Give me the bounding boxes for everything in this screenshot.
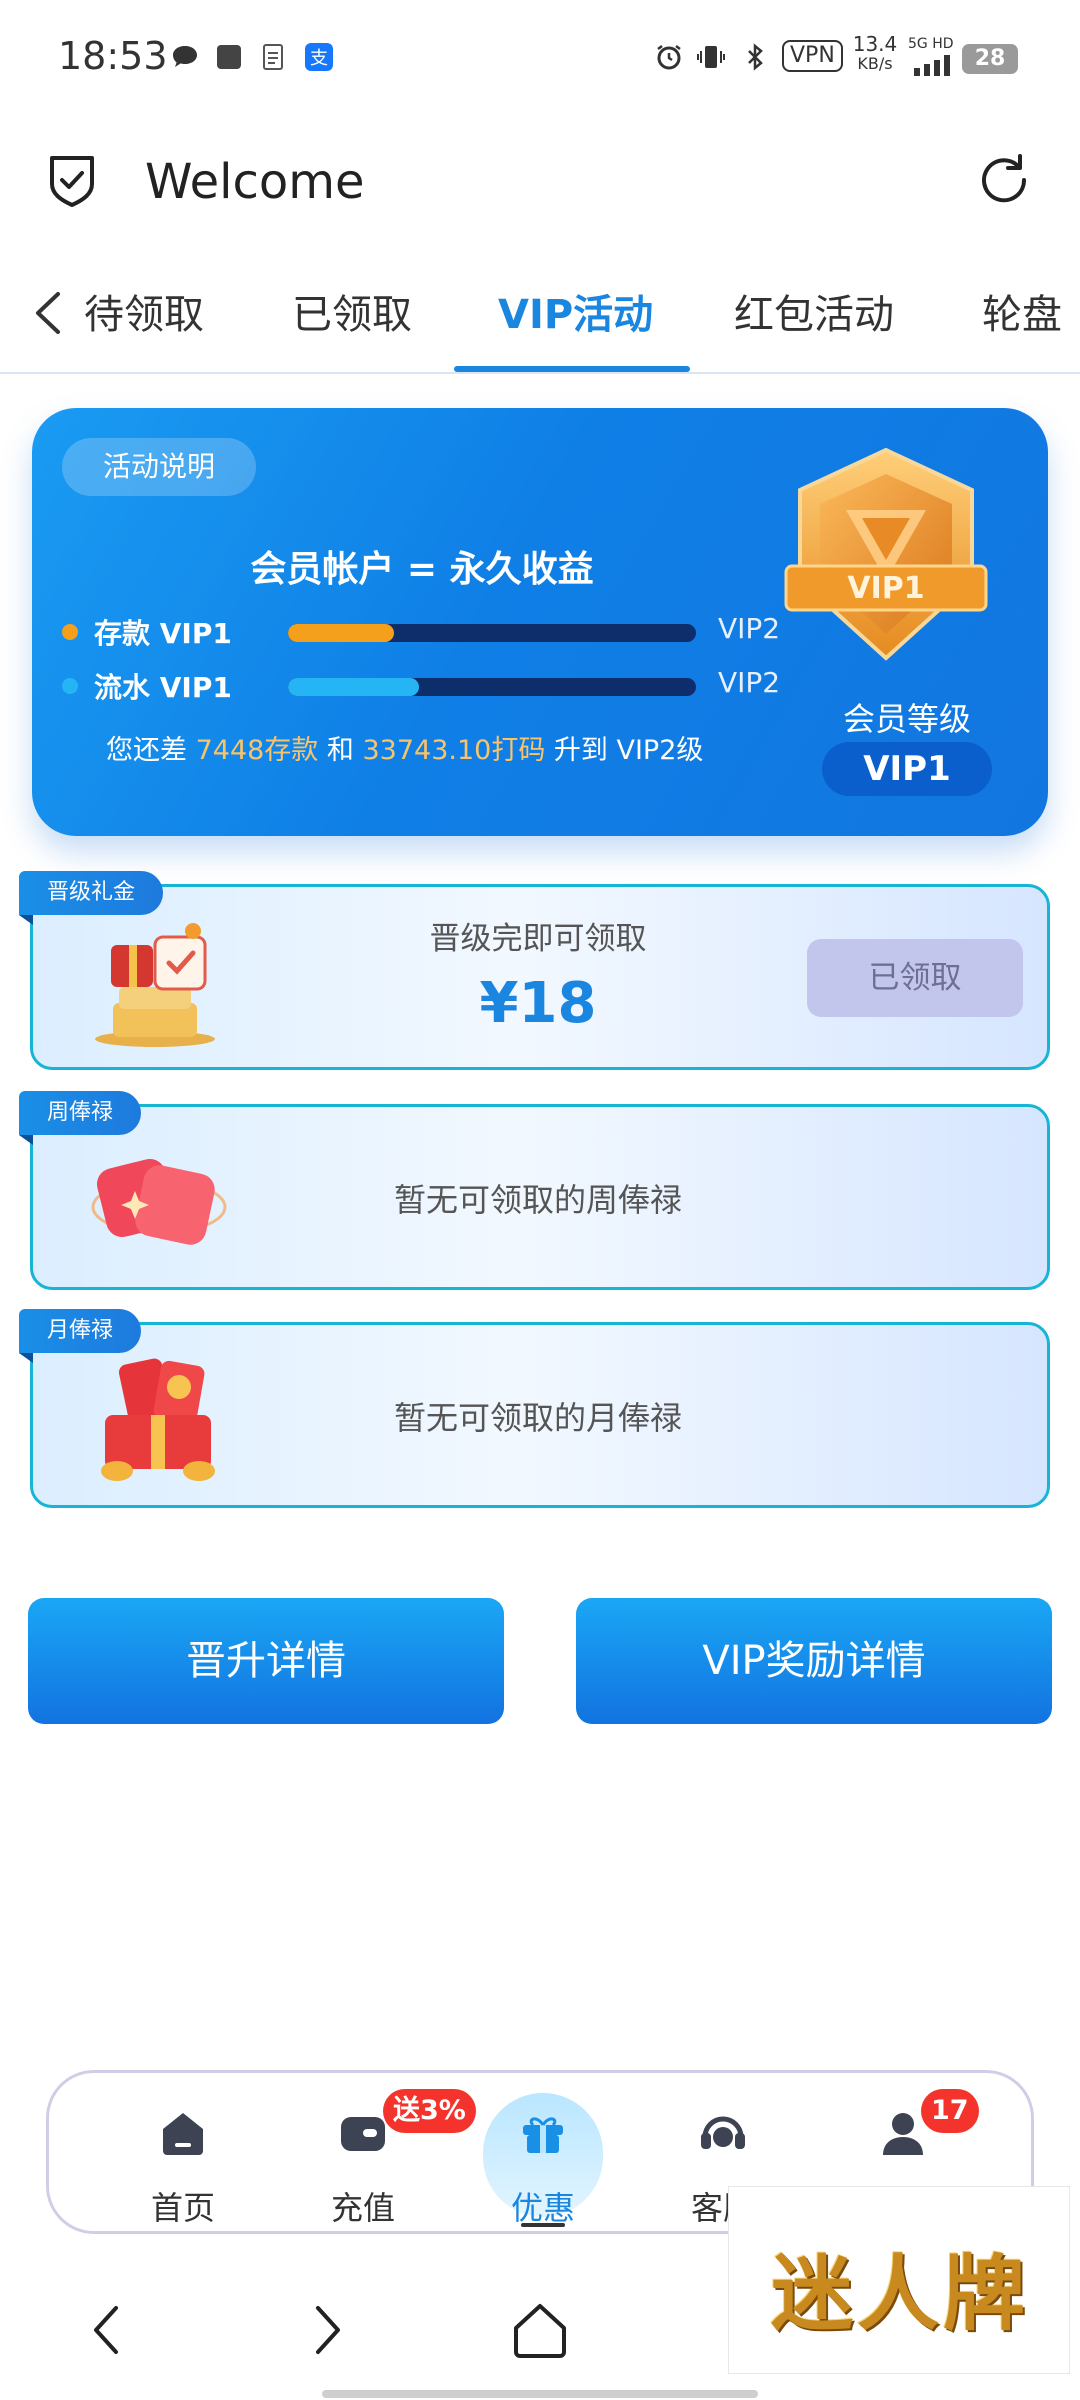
headset-icon [701, 2116, 745, 2149]
activity-info-button[interactable]: 活动说明 [62, 438, 256, 496]
monthly-salary-empty: 暂无可领取的月俸禄 [393, 1399, 682, 1437]
deposit-progress-track [288, 624, 696, 642]
system-back-icon[interactable] [78, 2298, 138, 2362]
svg-text:支: 支 [310, 48, 328, 69]
status-bar: 18:53 支 VPN 13.4 KB/s 5G HD 28 [0, 0, 1080, 115]
app-square-icon [217, 45, 241, 69]
promotion-bonus-subtitle: 晋级完即可领取 [429, 921, 647, 957]
bet-progress-fill [288, 678, 419, 696]
note-deposit: 7448存款 [195, 735, 319, 766]
net-speed-value: 13.4 [852, 32, 898, 56]
vip-status-card: 活动说明 会员帐户 = 永久收益 存款 VIP1 VIP2 流水 VIP1 VI… [32, 408, 1048, 836]
bet-dot [62, 678, 78, 694]
shield-check-icon[interactable] [42, 150, 102, 210]
card-headline: 会员帐户 = 永久收益 [250, 549, 594, 590]
nav-recharge-label: 充值 [330, 2189, 395, 2227]
monthly-salary-card: 月俸禄 暂无可领取的月俸禄 [19, 1309, 1050, 1508]
tab-red-packet[interactable]: 红包活动 [734, 282, 894, 340]
page-title: Welcome [145, 154, 365, 210]
system-forward-icon[interactable] [296, 2298, 356, 2362]
tab-pending[interactable]: 待领取 [84, 282, 204, 340]
active-tab-indicator [454, 366, 690, 372]
watermark-text: 迷人牌 [770, 2246, 1029, 2342]
status-time: 18:53 [58, 34, 168, 78]
claimed-button[interactable]: 已领取 [807, 939, 1023, 1017]
nav-home-label: 首页 [150, 2189, 215, 2227]
bet-progress-track [288, 678, 696, 696]
bet-target: VIP2 [718, 666, 781, 699]
nav-promotions[interactable]: 优惠 [453, 2073, 633, 2237]
tab-wheel[interactable]: 轮盘 [982, 282, 1062, 340]
monthly-salary-ribbon: 月俸禄 [19, 1309, 142, 1363]
watermark-logo: 迷人牌 [728, 2186, 1070, 2374]
home-icon [163, 2113, 203, 2155]
vip-reward-details-button[interactable]: VIP奖励详情 [576, 1598, 1052, 1724]
vip-badge-icon: VIP1 [784, 447, 988, 661]
document-icon [263, 44, 283, 70]
promotion-bonus-amount: ¥18 [479, 971, 597, 1036]
signal-icon [914, 55, 950, 76]
note-mid: 和 [318, 735, 363, 766]
vibrate-icon [697, 46, 725, 68]
gesture-bar[interactable] [322, 2390, 758, 2398]
signal-type: 5G HD [908, 36, 954, 52]
profile-notification-badge: 17 [921, 2089, 979, 2133]
net-speed-unit: KB/s [857, 54, 893, 73]
message-icon [173, 46, 197, 67]
wallet-icon [341, 2117, 385, 2151]
battery-indicator: 28 [962, 44, 1018, 74]
deposit-progress-fill [288, 624, 395, 642]
deposit-dot [62, 624, 78, 640]
chevron-left-icon[interactable] [30, 288, 66, 338]
note-bet: 33743.10打码 [362, 735, 546, 766]
member-level-value: VIP1 [822, 742, 992, 796]
promotion-bonus-ribbon: 晋级礼金 [19, 871, 164, 925]
alarm-icon [657, 45, 681, 70]
promotion-bonus-card: 晋级礼金 晋级完即可领取 ¥18 已领取 [19, 871, 1050, 1070]
bet-label: 流水 VIP1 [94, 671, 232, 704]
note-suffix: 升到 VIP2级 [545, 735, 704, 766]
system-home-icon[interactable] [510, 2298, 570, 2362]
weekly-salary-empty: 暂无可领取的周俸禄 [393, 1181, 682, 1219]
red-envelope-icon [91, 1158, 227, 1245]
nav-active-underline [521, 2223, 565, 2227]
refresh-icon[interactable] [974, 150, 1034, 210]
gift-box-icon [101, 1358, 215, 1481]
promotion-details-button[interactable]: 晋升详情 [28, 1598, 504, 1724]
weekly-salary-ribbon: 周俸禄 [19, 1091, 142, 1145]
badge-text: VIP1 [847, 571, 924, 606]
vpn-indicator: VPN [782, 40, 843, 72]
app-header: Welcome [0, 120, 1080, 240]
deposit-target: VIP2 [718, 612, 781, 645]
gift-cake-icon [95, 923, 215, 1047]
tab-bar: 待领取 已领取 VIP活动 红包活动 轮盘 [0, 262, 1080, 374]
note-prefix: 您还差 [106, 735, 196, 766]
bluetooth-icon [748, 43, 763, 71]
nav-home[interactable]: 首页 [93, 2073, 273, 2237]
deposit-label: 存款 VIP1 [94, 617, 232, 650]
gift-icon [523, 2117, 563, 2153]
alipay-icon: 支 [305, 43, 333, 71]
nav-recharge[interactable]: 充值 送3% [273, 2073, 476, 2237]
member-level-label: 会员等级 [842, 700, 971, 738]
weekly-salary-card: 周俸禄 暂无可领取的周俸禄 [19, 1091, 1050, 1290]
tab-vip-activity[interactable]: VIP活动 [498, 282, 653, 340]
upgrade-note: 您还差 7448存款 和 33743.10打码 升到 VIP2级 [106, 728, 703, 767]
tab-claimed[interactable]: 已领取 [292, 282, 412, 340]
net-speed: 13.4 KB/s [850, 34, 900, 74]
bet-progress-row: 流水 VIP1 VIP2 [62, 664, 782, 708]
deposit-progress-row: 存款 VIP1 VIP2 [62, 610, 782, 654]
